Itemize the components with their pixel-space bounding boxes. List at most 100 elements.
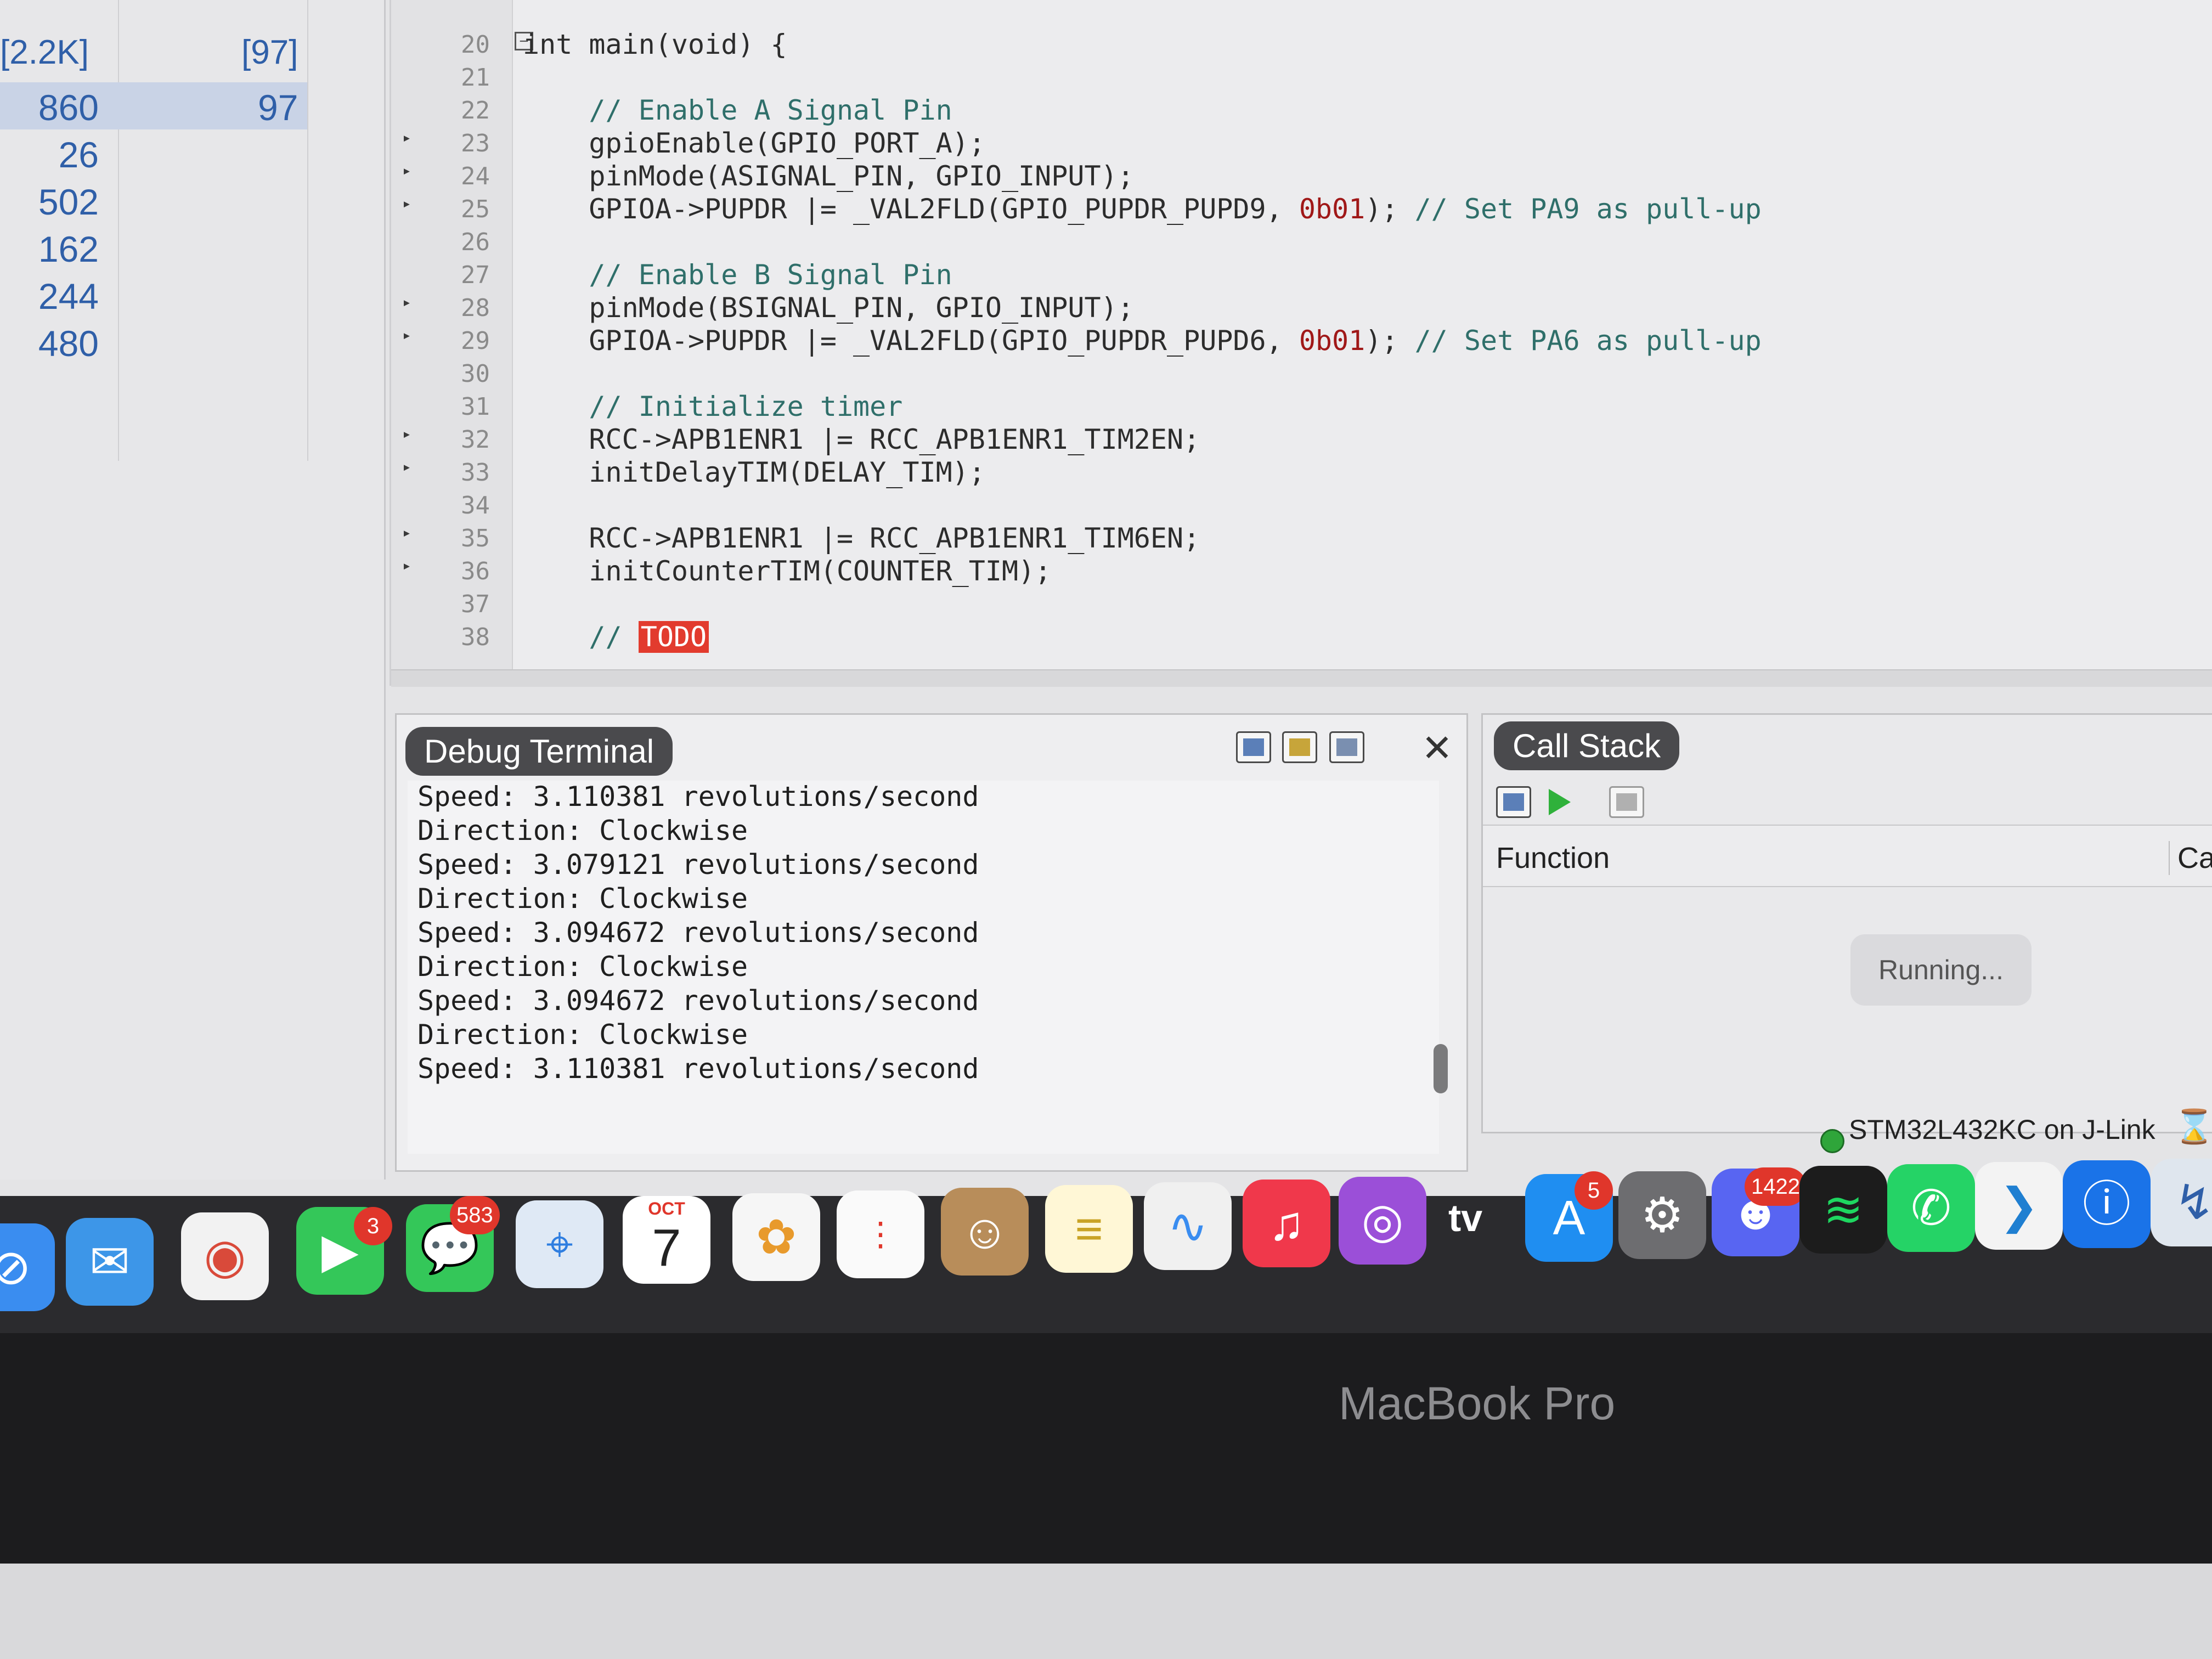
breakpoint-marker-icon[interactable]: ▸: [402, 556, 424, 574]
podcasts-icon[interactable]: ◎: [1339, 1177, 1426, 1265]
chrome-icon[interactable]: ◉: [181, 1212, 269, 1300]
call-stack-tab[interactable]: Call Stack: [1494, 721, 1680, 770]
column-divider: [307, 0, 308, 461]
size-row[interactable]: 162: [0, 224, 307, 271]
size-row[interactable]: 480: [0, 318, 307, 365]
terminal-scrollbar[interactable]: [1434, 1044, 1448, 1093]
breakpoint-marker-icon[interactable]: ▸: [402, 458, 424, 476]
binary-literal: 0b01: [1299, 193, 1365, 225]
breakpoint-marker-icon[interactable]: ▸: [402, 161, 424, 179]
code-text: pinMode(ASIGNAL_PIN, GPIO_INPUT);: [523, 160, 1134, 192]
line-number: 22: [461, 97, 490, 125]
code-line[interactable]: ▸ 28 pinMode(BSIGNAL_PIN, GPIO_INPUT);: [391, 291, 2202, 324]
discord-badge: 1422: [1745, 1167, 1807, 1206]
messages-badge: 583: [450, 1196, 500, 1234]
size-row[interactable]: 244: [0, 271, 307, 318]
code-line[interactable]: 34: [391, 488, 2202, 521]
code-line[interactable]: ▸ 23 gpioEnable(GPIO_PORT_A);: [391, 126, 2202, 159]
column-header-function[interactable]: Function: [1496, 841, 1610, 875]
system-settings-icon[interactable]: ⚙: [1618, 1171, 1706, 1259]
debug-target-label: STM32L432KC on J-Link: [1849, 1114, 2155, 1145]
call-stack-options-icon[interactable]: [1496, 786, 1531, 818]
photos-icon[interactable]: ✿: [732, 1193, 820, 1281]
terminal-line: Speed: 3.094672 revolutions/second: [417, 985, 979, 1017]
code-line[interactable]: ▸ 36 initCounterTIM(COUNTER_TIM);: [391, 554, 2202, 587]
code-line[interactable]: 21: [391, 60, 2202, 93]
size-value: 480: [38, 323, 99, 364]
size-row[interactable]: 502: [0, 177, 307, 224]
code-line[interactable]: 22 // Enable A Signal Pin: [391, 93, 2202, 126]
terminal-settings-icon[interactable]: [1282, 731, 1317, 763]
editor-horizontal-scrollbar[interactable]: [391, 669, 2212, 687]
breakpoint-marker-icon[interactable]: ▸: [402, 425, 424, 443]
code-line[interactable]: 38 // TODO: [391, 620, 2202, 653]
line-number: 25: [461, 195, 490, 223]
terminal-line: Speed: 3.110381 revolutions/second: [417, 1053, 979, 1085]
terminal-line: Speed: 3.079121 revolutions/second: [417, 849, 979, 881]
terminal-options-icon[interactable]: [1236, 731, 1271, 763]
music-icon[interactable]: ♫: [1243, 1180, 1330, 1267]
code-line[interactable]: 31 // Initialize timer: [391, 390, 2202, 422]
segger-icon[interactable]: ↯: [2151, 1159, 2212, 1246]
code-line[interactable]: ▸ 32 RCC->APB1ENR1 |= RCC_APB1ENR1_TIM2EN…: [391, 422, 2202, 455]
breakpoint-marker-icon[interactable]: ▸: [402, 194, 424, 212]
whatsapp-icon[interactable]: ✆: [1887, 1164, 1975, 1252]
line-number: 27: [461, 261, 490, 289]
hourglass-icon: ⌛: [2174, 1108, 2212, 1145]
breakpoint-marker-icon[interactable]: ▸: [402, 326, 424, 344]
line-number: 36: [461, 557, 490, 585]
binary-literal: 0b01: [1299, 325, 1365, 357]
code-line[interactable]: 20 int main(void) {: [391, 27, 2202, 60]
step-icon[interactable]: [1609, 786, 1644, 818]
code-line[interactable]: ▸ 25 GPIOA->PUPDR |= _VAL2FLD(GPIO_PUPDR_…: [391, 192, 2202, 225]
line-number: 26: [461, 228, 490, 256]
code-line[interactable]: 37: [391, 587, 2202, 620]
debug-terminal-tab[interactable]: Debug Terminal: [405, 727, 673, 776]
size-row[interactable]: 860 97: [0, 82, 307, 129]
size-row[interactable]: 26: [0, 129, 307, 177]
column-header-call[interactable]: Cal: [2169, 841, 2212, 875]
size-value: 502: [38, 182, 99, 222]
size-value: 26: [58, 134, 99, 175]
onepassword-icon[interactable]: ⓘ: [2063, 1160, 2151, 1248]
code-line[interactable]: 30: [391, 357, 2202, 390]
code-line[interactable]: ▸ 35 RCC->APB1ENR1 |= RCC_APB1ENR1_TIM6EN…: [391, 521, 2202, 554]
size-header-total: [2.2K]: [0, 33, 89, 71]
apple-tv-icon[interactable]: tv: [1448, 1196, 1482, 1240]
maps-icon[interactable]: ⌖: [516, 1200, 603, 1288]
code-text: initDelayTIM(DELAY_TIM);: [523, 456, 985, 488]
call-stack-panel: Call Stack Function Cal Running...: [1481, 713, 2212, 1133]
terminal-log-icon[interactable]: [1329, 731, 1364, 763]
inline-comment: // Set PA9 as pull-up: [1414, 193, 1762, 225]
code-line[interactable]: ▸ 24 pinMode(ASIGNAL_PIN, GPIO_INPUT);: [391, 159, 2202, 192]
code-editor[interactable]: − 20 int main(void) { 21 22 // Enable A S…: [390, 0, 2212, 687]
terminal-line: Speed: 3.110381 revolutions/second: [417, 781, 979, 812]
calendar-icon[interactable]: OCT 7: [623, 1196, 710, 1284]
close-icon[interactable]: ✕: [1421, 727, 1453, 770]
code-line[interactable]: ▸ 33 initDelayTIM(DELAY_TIM);: [391, 455, 2202, 488]
notes-icon[interactable]: ≡: [1045, 1185, 1133, 1273]
reminders-icon[interactable]: ⋮: [837, 1190, 924, 1278]
terminal-output[interactable]: Speed: 3.110381 revolutions/second Direc…: [408, 781, 1439, 1154]
line-number: 31: [461, 393, 490, 421]
macbook-label: MacBook Pro: [1339, 1378, 1616, 1429]
code-line[interactable]: 26: [391, 225, 2202, 258]
inline-comment: // Set PA6 as pull-up: [1414, 325, 1762, 357]
mail-icon[interactable]: ✉: [66, 1218, 154, 1306]
continue-play-icon[interactable]: [1549, 789, 1571, 815]
vscode-icon[interactable]: ❯: [1975, 1162, 2063, 1250]
breakpoint-marker-icon[interactable]: ▸: [402, 128, 424, 146]
spotify-icon[interactable]: ≋: [1799, 1166, 1887, 1254]
code-text: RCC->APB1ENR1 |= RCC_APB1ENR1_TIM2EN;: [523, 424, 1200, 455]
app-store-badge: 5: [1575, 1171, 1613, 1210]
breakpoint-marker-icon[interactable]: ▸: [402, 523, 424, 541]
breakpoint-marker-icon[interactable]: ▸: [402, 293, 424, 311]
contacts-icon[interactable]: ☺: [941, 1188, 1029, 1276]
code-comment: // Enable A Signal Pin: [523, 94, 952, 126]
screen: [2.2K] [97] 860 97 26 502 162 244 480 − …: [0, 0, 2212, 1196]
safari-icon[interactable]: ⊘: [0, 1223, 55, 1311]
code-line[interactable]: ▸ 29 GPIOA->PUPDR |= _VAL2FLD(GPIO_PUPDR_…: [391, 324, 2202, 357]
calendar-day: 7: [652, 1218, 681, 1277]
freeform-icon[interactable]: ∿: [1144, 1182, 1232, 1270]
code-line[interactable]: 27 // Enable B Signal Pin: [391, 258, 2202, 291]
